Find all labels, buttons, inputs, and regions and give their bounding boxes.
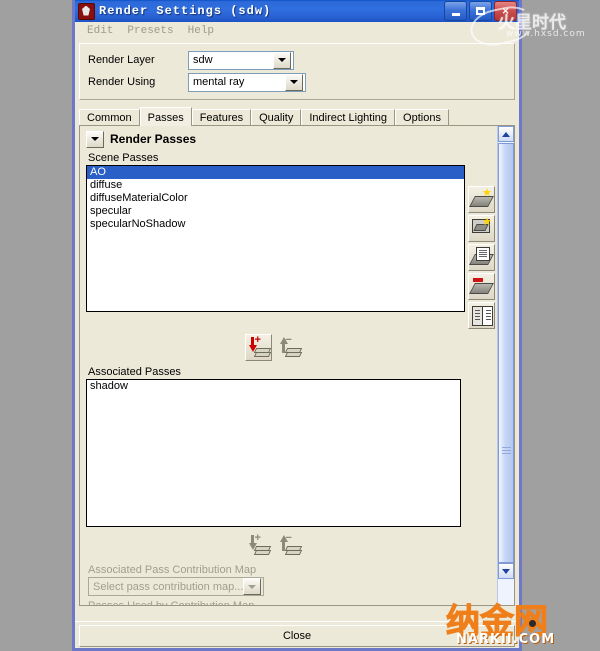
create-render-pass-button[interactable] <box>467 186 495 213</box>
create-pass-from-preset-button[interactable] <box>467 215 495 242</box>
tab-common[interactable]: Common <box>79 109 140 125</box>
tab-bar: Common Passes Features Quality Indirect … <box>79 106 515 126</box>
render-settings-window: Render Settings (sdw) ✕ Edit Presets Hel… <box>72 0 522 651</box>
chevron-down-icon[interactable] <box>273 51 291 69</box>
list-item[interactable]: specular <box>87 205 464 218</box>
scene-passes-label: Scene Passes <box>88 152 159 164</box>
render-pass-toolbar <box>465 150 497 329</box>
contribution-map-label: Associated Pass Contribution Map <box>88 564 257 576</box>
disassociate-pass-button[interactable]: − <box>275 334 303 361</box>
close-button[interactable]: ✕ <box>494 1 517 21</box>
close-dialog-button[interactable]: Close <box>79 625 515 647</box>
window-controls: ✕ <box>444 1 517 21</box>
title-bar: Render Settings (sdw) ✕ <box>75 0 519 22</box>
scrollbar-thumb[interactable] <box>498 143 514 563</box>
menu-item-presets[interactable]: Presets <box>121 24 179 38</box>
remove-from-contribution-map-button[interactable]: − <box>275 532 303 559</box>
render-layer-row: Render Layer sdw <box>84 49 510 71</box>
duplicate-render-pass-button[interactable] <box>467 244 495 271</box>
render-using-label: Render Using <box>88 76 156 88</box>
chevron-up-icon <box>502 131 510 137</box>
list-item[interactable]: shadow <box>87 380 460 393</box>
scroll-up-button[interactable] <box>498 126 514 142</box>
two-column-list-icon <box>471 306 493 326</box>
close-icon: ✕ <box>501 5 510 16</box>
tab-quality[interactable]: Quality <box>251 109 302 125</box>
render-using-value: mental ray <box>193 76 245 88</box>
render-layer-select[interactable]: sdw <box>188 50 294 70</box>
render-layer-label: Render Layer <box>88 54 155 66</box>
content-scrollbar[interactable] <box>497 126 514 605</box>
associate-pass-button[interactable]: + <box>244 334 272 361</box>
menu-item-edit[interactable]: Edit <box>81 24 119 38</box>
scene-passes-list[interactable]: AO diffuse diffuseMaterialColor specular… <box>86 165 465 312</box>
triangle-down-icon[interactable] <box>86 130 104 148</box>
delete-render-pass-button[interactable] <box>467 273 495 300</box>
minimize-icon <box>451 12 460 16</box>
scrollbar-gripper <box>502 447 511 455</box>
pass-transfer-buttons: + − <box>86 334 461 361</box>
list-item[interactable]: specularNoShadow <box>87 218 464 231</box>
list-item[interactable]: diffuse <box>87 179 464 192</box>
plate-star-icon <box>468 196 494 207</box>
add-to-contribution-map-button[interactable]: + <box>244 532 272 559</box>
maximize-button[interactable] <box>469 1 492 21</box>
render-passes-section: Render Passes Scene Passes AO diffuse di… <box>80 126 497 605</box>
render-using-row: Render Using mental ray <box>84 71 510 93</box>
scroll-down-button[interactable] <box>498 563 514 579</box>
contribution-map-value: Select pass contribution map... <box>93 580 243 593</box>
tab-indirect-lighting[interactable]: Indirect Lighting <box>301 109 396 125</box>
plate-red-bar-icon <box>468 283 494 294</box>
passes-tab-content: Render Passes Scene Passes AO diffuse di… <box>79 126 515 606</box>
chevron-down-icon[interactable] <box>285 73 303 91</box>
contribution-map-transfer-buttons: + − <box>86 532 461 559</box>
list-item[interactable]: diffuseMaterialColor <box>87 192 464 205</box>
watermark-ring-icon <box>527 618 538 629</box>
app-icon <box>78 2 95 20</box>
footer-bar: Close <box>75 621 519 648</box>
pass-attributes-button[interactable] <box>467 302 495 329</box>
render-passes-title: Render Passes <box>110 132 197 146</box>
maximize-icon <box>476 7 485 15</box>
associated-passes-label: Associated Passes <box>88 366 181 378</box>
window-title: Render Settings (sdw) <box>99 4 272 18</box>
chevron-down-icon <box>502 568 510 574</box>
passes-used-label: Passes Used by Contribution Map <box>88 600 497 605</box>
menu-item-help[interactable]: Help <box>182 24 220 38</box>
tab-options[interactable]: Options <box>395 109 449 125</box>
contribution-map-select[interactable]: Select pass contribution map... <box>88 577 264 596</box>
render-passes-header: Render Passes <box>86 130 497 148</box>
tab-passes[interactable]: Passes <box>139 107 192 126</box>
associated-passes-list[interactable]: shadow <box>86 379 461 527</box>
menu-bar: Edit Presets Help <box>75 22 519 41</box>
list-item[interactable]: AO <box>87 166 464 179</box>
render-using-select[interactable]: mental ray <box>188 72 306 92</box>
chevron-down-icon[interactable] <box>243 578 261 595</box>
tab-features[interactable]: Features <box>191 109 252 125</box>
minimize-button[interactable] <box>444 1 467 21</box>
render-layer-value: sdw <box>193 54 213 66</box>
render-target-panel: Render Layer sdw Render Using mental ray <box>79 43 515 100</box>
